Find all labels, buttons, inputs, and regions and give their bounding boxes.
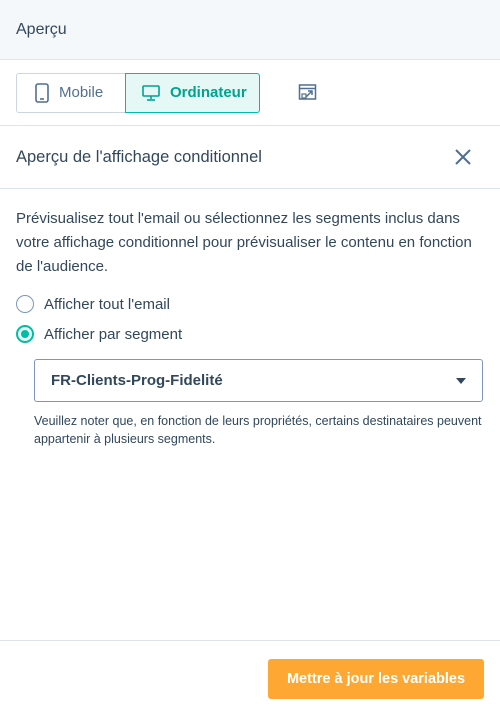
desktop-icon <box>142 84 160 101</box>
caret-down-icon <box>456 377 466 384</box>
segment-select-value: FR-Clients-Prog-Fidelité <box>51 372 223 389</box>
radio-label: Afficher tout l'email <box>44 295 170 313</box>
mobile-icon <box>35 82 49 103</box>
radio-show-by-segment[interactable]: Afficher par segment <box>16 325 484 343</box>
desktop-view-label: Ordinateur <box>170 84 247 101</box>
panel-body: Prévisualisez tout l'email ou sélectionn… <box>0 189 500 448</box>
panel-description: Prévisualisez tout l'email ou sélectionn… <box>16 210 472 275</box>
external-window-icon <box>298 83 317 100</box>
segment-note: Veuillez noter que, en fonction de leurs… <box>34 414 482 446</box>
radio-show-full-email[interactable]: Afficher tout l'email <box>16 295 484 313</box>
radio-label: Afficher par segment <box>44 325 183 343</box>
conditional-panel-header: Aperçu de l'affichage conditionnel <box>0 126 500 189</box>
panel-footer: Mettre à jour les variables <box>0 640 500 714</box>
close-button[interactable] <box>452 146 474 168</box>
mobile-view-button[interactable]: Mobile <box>16 72 125 113</box>
preview-header: Aperçu <box>0 0 500 60</box>
device-toolbar: Mobile Ordinateur <box>0 60 500 126</box>
page-title: Aperçu <box>16 20 67 38</box>
popout-preview-button[interactable] <box>296 81 320 105</box>
update-variables-button[interactable]: Mettre à jour les variables <box>268 659 484 699</box>
panel-title: Aperçu de l'affichage conditionnel <box>16 147 262 166</box>
segment-select[interactable]: FR-Clients-Prog-Fidelité <box>34 359 483 402</box>
desktop-view-button[interactable]: Ordinateur <box>125 72 260 113</box>
radio-button[interactable] <box>16 295 34 313</box>
mobile-view-label: Mobile <box>59 84 104 101</box>
close-icon <box>455 149 471 165</box>
radio-button-checked[interactable] <box>16 325 34 343</box>
